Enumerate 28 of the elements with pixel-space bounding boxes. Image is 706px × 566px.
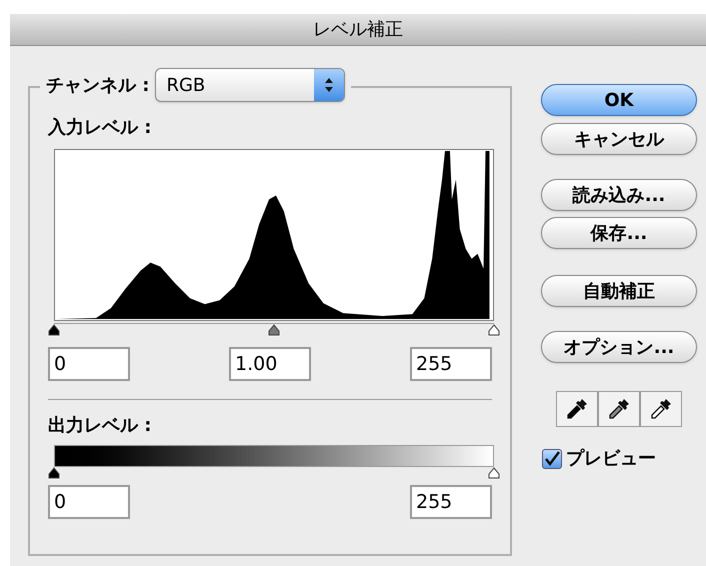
dialog-button[interactable]: OK (541, 84, 697, 116)
checkmark-icon (544, 450, 560, 466)
level-input-field[interactable]: 255 (410, 347, 492, 381)
window-title: レベル補正 (313, 18, 403, 42)
eyedropper-button[interactable] (598, 391, 640, 427)
dialog-button[interactable]: オプション... (541, 331, 697, 363)
preview-checkbox[interactable] (542, 448, 562, 468)
up-down-arrows-icon (324, 77, 334, 93)
slider-handle-icon[interactable] (487, 324, 501, 336)
level-input-field[interactable]: 255 (410, 485, 492, 519)
level-input-field[interactable]: 0 (48, 485, 130, 519)
dialog-button[interactable]: 読み込み... (541, 179, 697, 211)
level-input-field[interactable]: 1.00 (229, 347, 311, 381)
channel-label: チャンネル : (46, 74, 150, 98)
eyedropper-button[interactable] (556, 391, 598, 427)
eyedropper-button[interactable] (640, 391, 682, 427)
dialog-button[interactable]: 保存... (541, 217, 697, 249)
slider-handle-icon[interactable] (47, 324, 61, 336)
dialog-button[interactable]: 自動補正 (541, 275, 697, 307)
level-input-field[interactable]: 0 (48, 347, 130, 381)
output-levels-label: 出力レベル : (48, 414, 152, 438)
slider-handle-icon[interactable] (267, 324, 281, 336)
input-levels-label: 入力レベル : (48, 116, 152, 140)
dialog-button[interactable]: キャンセル (541, 123, 697, 155)
channel-dropdown[interactable]: RGB (155, 68, 346, 102)
slider-handle-icon[interactable] (47, 467, 61, 479)
preview-label: プレビュー (566, 447, 656, 471)
slider-handle-icon[interactable] (487, 467, 501, 479)
